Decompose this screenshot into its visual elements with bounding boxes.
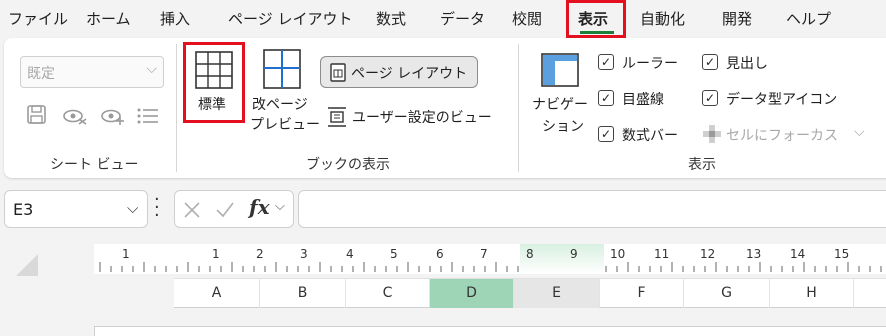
menu-help[interactable]: ヘルプ: [786, 8, 831, 29]
navigation-label-2: ション: [542, 119, 584, 135]
menu-insert[interactable]: 挿入: [160, 8, 190, 29]
ruler-checkbox[interactable]: ✓: [598, 54, 614, 70]
column-header-h[interactable]: H: [770, 279, 854, 308]
menu-automate[interactable]: 自動化: [640, 8, 685, 29]
menu-home[interactable]: ホーム: [86, 8, 131, 29]
page-break-label-1: 改ページ: [252, 97, 308, 113]
menu-review[interactable]: 校閲: [512, 8, 542, 29]
horizontal-ruler: 1 1 2 3 4 5 6 7 8 9 10 11 12 13 14 15: [94, 244, 886, 274]
chevron-down-icon[interactable]: ⌵: [275, 199, 285, 214]
headings-checkbox[interactable]: ✓: [702, 54, 718, 70]
page-layout-view-label: ページ レイアウト: [351, 66, 468, 82]
focus-cell-label: セルにフォーカス: [726, 128, 838, 144]
sheet-view-group-label: シート ビュー: [50, 157, 139, 173]
enter-check-icon[interactable]: [215, 201, 235, 219]
hide-view-icon[interactable]: [62, 106, 88, 126]
page-layout-view-button[interactable]: ページ レイアウト: [320, 56, 478, 88]
save-view-icon[interactable]: [26, 104, 48, 126]
ruler-number: 1: [122, 247, 130, 261]
ruler-number: 9: [570, 247, 578, 261]
menu-file[interactable]: ファイル: [8, 8, 68, 29]
chevron-down-icon: ⌵: [146, 61, 157, 77]
custom-views-icon: [328, 107, 346, 127]
column-header-f[interactable]: F: [600, 279, 684, 308]
column-header-g[interactable]: G: [684, 279, 770, 308]
ruler-number: 10: [610, 247, 626, 261]
menu-page-layout[interactable]: ページ レイアウト: [228, 8, 352, 29]
custom-views-button[interactable]: ユーザー設定のビュー: [322, 104, 502, 130]
options-list-icon[interactable]: [136, 106, 160, 126]
menu-data[interactable]: データ: [440, 8, 485, 29]
ruler-number: 14: [790, 247, 806, 261]
gridlines-checkbox[interactable]: ✓: [598, 90, 614, 106]
page-break-label-2: プレビュー: [250, 117, 320, 133]
menu-bar: ファイル ホーム 挿入 ページ レイアウト 数式 データ 校閲 表示 自動化 開…: [0, 0, 886, 38]
navigation-button[interactable]: ナビゲー ション: [530, 48, 590, 140]
data-type-icons-label: データ型アイコン: [726, 92, 838, 108]
normal-view-highlight: [183, 42, 245, 123]
focus-cell-icon: [703, 125, 721, 143]
sheet-view-select[interactable]: 既定 ⌵: [20, 56, 164, 88]
select-all-corner[interactable]: [16, 254, 38, 276]
view-tab-highlight: [566, 0, 626, 38]
menu-formulas[interactable]: 数式: [376, 8, 406, 29]
ruler-number: 7: [480, 247, 488, 261]
ruler-number: 1: [212, 247, 220, 261]
ruler-number: 2: [256, 247, 264, 261]
formula-bar-checkbox[interactable]: ✓: [598, 126, 614, 142]
page-break-icon: [263, 49, 301, 89]
custom-views-label: ユーザー設定のビュー: [352, 110, 492, 126]
column-headers: A B C D E F G H: [174, 278, 886, 308]
gridlines-label: 目盛線: [622, 92, 664, 108]
cancel-icon[interactable]: [183, 201, 201, 219]
chevron-down-icon: ⌵: [854, 124, 865, 140]
column-header-b[interactable]: B: [260, 279, 346, 308]
insert-function-icon[interactable]: fx: [249, 195, 270, 219]
new-view-icon[interactable]: [100, 106, 126, 126]
ruler-number: 5: [390, 247, 398, 261]
ruler-number: 8: [526, 247, 534, 261]
ruler-number: 11: [654, 247, 670, 261]
column-header-e[interactable]: E: [514, 279, 600, 308]
ruler-number: 4: [346, 247, 354, 261]
show-group-label: 表示: [688, 157, 716, 173]
ruler-label: ルーラー: [622, 56, 678, 72]
ribbon-divider: [518, 44, 519, 172]
ruler-number: 6: [436, 247, 444, 261]
navigation-pane-icon: [541, 53, 579, 87]
ruler-number: 12: [700, 247, 716, 261]
data-type-icons-checkbox[interactable]: ✓: [702, 90, 718, 106]
page-break-preview-button[interactable]: 改ページ プレビュー: [250, 44, 320, 138]
chevron-down-icon: ⌵: [127, 199, 139, 217]
more-options-icon[interactable]: · · ·: [154, 191, 160, 225]
worksheet-grid[interactable]: [94, 326, 886, 336]
formula-bar-label: 数式バー: [622, 128, 678, 144]
formula-input[interactable]: [298, 190, 886, 228]
ruler-number: 15: [834, 247, 850, 261]
headings-label: 見出し: [726, 56, 768, 72]
ruler-number: 13: [746, 247, 762, 261]
sheet-view-select-value: 既定: [27, 66, 55, 82]
name-box[interactable]: E3 ⌵: [4, 190, 148, 228]
ruler-number: 3: [300, 247, 308, 261]
ribbon-divider: [176, 44, 177, 172]
menu-developer[interactable]: 開発: [722, 8, 752, 29]
formula-controls: fx ⌵: [174, 190, 294, 228]
page-layout-icon: [330, 63, 346, 82]
name-box-value: E3: [13, 200, 34, 219]
navigation-label-1: ナビゲー: [532, 97, 588, 113]
column-header-d[interactable]: D: [430, 279, 514, 308]
column-header-a[interactable]: A: [174, 279, 260, 308]
workbook-views-group-label: ブックの表示: [306, 157, 390, 173]
column-header-c[interactable]: C: [346, 279, 430, 308]
